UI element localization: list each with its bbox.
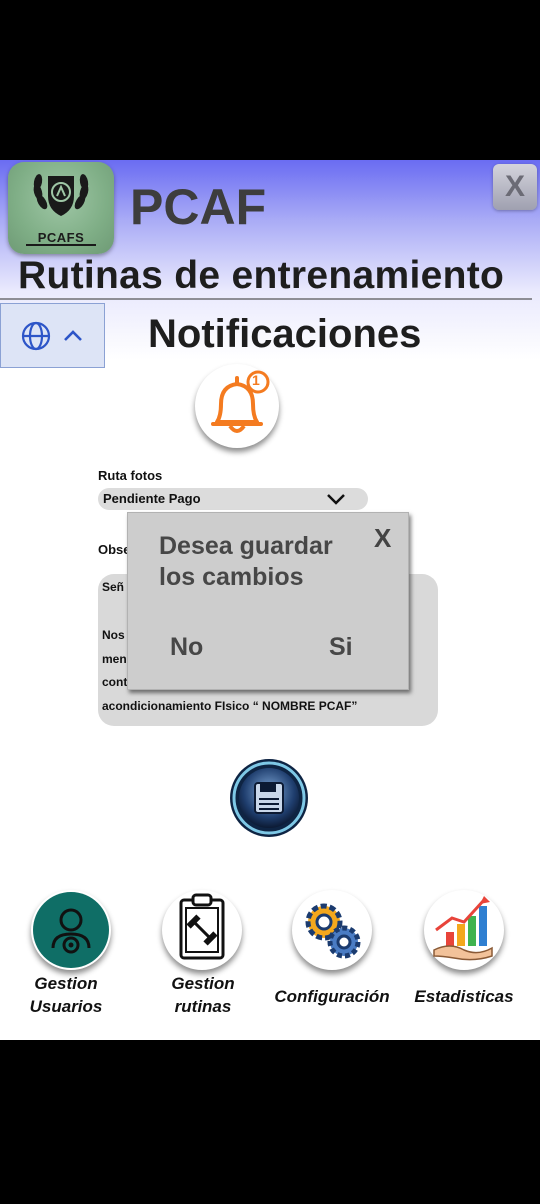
- chevron-down-icon: [327, 494, 345, 505]
- confirm-dialog: Desea guardar los cambios X No Si: [127, 512, 409, 690]
- textbox-line: cont: [102, 675, 128, 689]
- gears-icon: [292, 890, 372, 970]
- dialog-message: Desea guardar los cambios: [159, 532, 333, 591]
- nav-label: Gestion rutinas: [171, 974, 235, 1016]
- growth-chart-icon: [424, 890, 504, 970]
- notification-badge-count: 1: [252, 372, 260, 388]
- textbox-line: Señ: [102, 580, 125, 594]
- page-title: Notificaciones: [148, 312, 422, 356]
- dialog-no-button[interactable]: No: [170, 633, 203, 662]
- section-title: Rutinas de entrenamiento: [18, 254, 505, 297]
- ruta-fotos-value: Pendiente Pago: [103, 491, 201, 506]
- close-button[interactable]: X: [493, 164, 537, 210]
- header-divider: [0, 298, 532, 300]
- floppy-disk-icon: [230, 759, 308, 837]
- bell-icon: [211, 370, 270, 433]
- globe-icon: [21, 321, 51, 351]
- notification-bell-button[interactable]: 1: [195, 364, 279, 448]
- app-screen: PCAFS PCAF X Rutinas de entrenamiento No…: [0, 160, 540, 1040]
- pcafs-logo: PCAFS: [8, 162, 114, 254]
- observaciones-label: Obse: [98, 542, 131, 557]
- save-button[interactable]: [228, 757, 310, 839]
- language-toggle[interactable]: [0, 303, 105, 368]
- ruta-fotos-select[interactable]: Pendiente Pago: [98, 488, 368, 510]
- dialog-si-button[interactable]: Si: [329, 633, 353, 662]
- ruta-fotos-label: Ruta fotos: [98, 468, 163, 483]
- textbox-line: men: [102, 652, 127, 666]
- nav-label: Estadisticas: [414, 987, 514, 1006]
- textbox-line: Nos: [102, 628, 125, 642]
- nav-label: Configuración: [274, 987, 390, 1006]
- chevron-up-icon: [64, 330, 82, 341]
- app-name: PCAF: [130, 179, 267, 235]
- clipboard-dumbbell-icon: [162, 890, 242, 970]
- logo-text: PCAFS: [37, 230, 85, 245]
- user-gear-icon: [31, 890, 111, 970]
- nav-label: Gestion Usuarios: [29, 974, 103, 1016]
- textbox-line: acondicionamiento FIsico “ NOMBRE PCAF”: [102, 699, 358, 713]
- dialog-close-button[interactable]: X: [374, 523, 391, 554]
